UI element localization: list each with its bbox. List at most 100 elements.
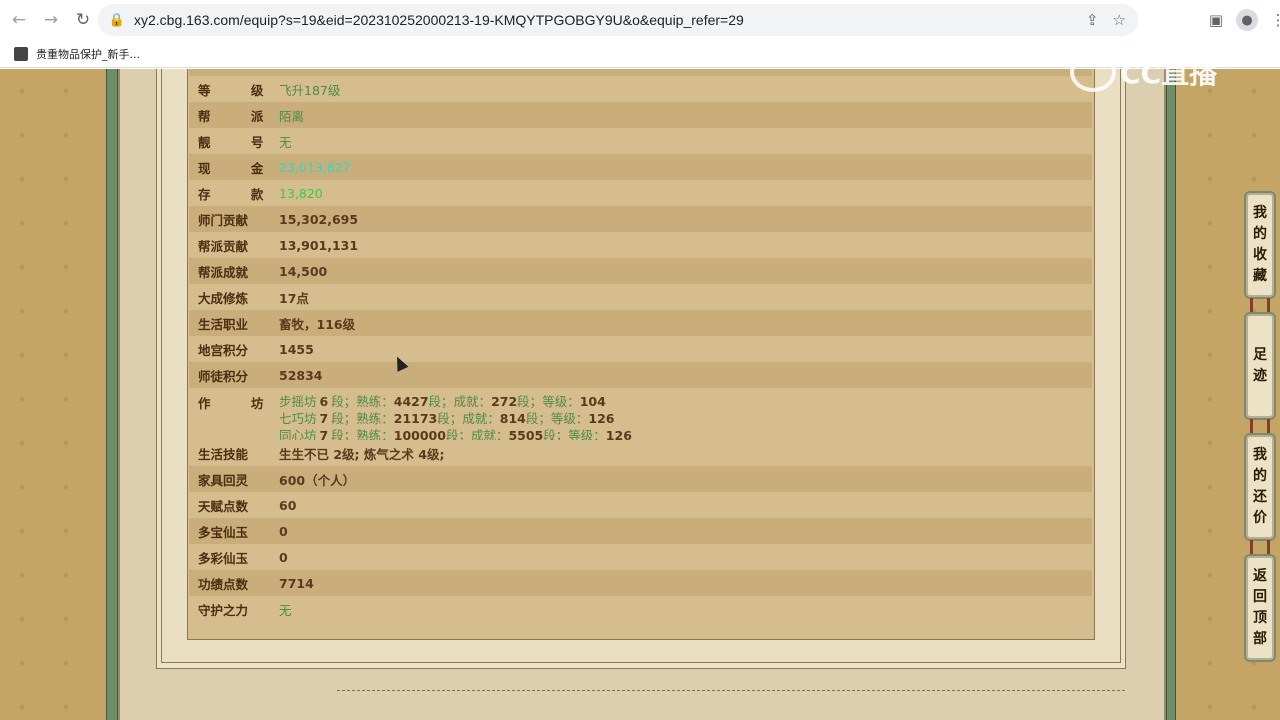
side-tab-favorites[interactable]: 我的收藏	[1244, 191, 1276, 299]
back-icon[interactable]: ←	[6, 7, 32, 33]
table-row: 师门贡献 15,302,695	[189, 206, 1092, 232]
workshop-text: 成就：	[462, 411, 500, 426]
workshop-text: 段；	[331, 394, 357, 409]
table-row-workshop: 作 坊 步摇坊 6 段；熟练：4427段；成就：272段；等级：104 七巧坊 7 段；熟…	[189, 388, 1092, 443]
workshop-text: 段；	[517, 394, 543, 409]
row-value: 0	[279, 549, 288, 565]
table-row: 多彩仙玉 0	[189, 544, 1092, 570]
row-label: 家具回灵	[198, 472, 249, 488]
table-row: 靓 号无	[189, 128, 1092, 154]
workshop-text: 272	[491, 394, 518, 409]
table-row: 功绩点数 7714	[189, 570, 1092, 596]
row-label: 守护之力	[198, 602, 249, 618]
workshop-line: 步摇坊 6 段；熟练：4427段；成就：272段；等级：104	[279, 393, 632, 410]
left-border-decoration	[106, 69, 118, 720]
side-tab-char: 藏	[1253, 268, 1267, 284]
row-label: 现 金	[198, 160, 282, 176]
row-label: 师徒积分	[198, 368, 249, 384]
row-value: 生生不已 2级; 炼气之术 4级;	[279, 446, 445, 462]
bookmark-favicon-icon[interactable]	[14, 46, 28, 61]
side-tab-char: 迹	[1253, 368, 1267, 384]
table-row: 师徒积分 52834	[189, 362, 1092, 388]
workshop-text: 成就：	[453, 394, 492, 409]
row-value: 600（个人）	[279, 472, 356, 488]
forward-icon[interactable]: →	[38, 7, 64, 33]
right-border-decoration	[1166, 69, 1176, 720]
side-tab-char: 我	[1253, 447, 1267, 463]
side-tab-my-offers[interactable]: 我的还价	[1244, 433, 1276, 541]
menu-kebab-icon[interactable]: ⋮	[1266, 8, 1280, 32]
workshop-text: 步摇坊	[279, 394, 317, 409]
reload-icon[interactable]: ↻	[70, 7, 96, 33]
row-label: 等 级	[198, 82, 282, 98]
workshop-text: 814	[499, 411, 526, 426]
row-label: 生活技能	[198, 446, 249, 462]
lock-icon[interactable]: 🔒	[108, 13, 126, 28]
row-value: 14,500	[279, 263, 328, 279]
row-value: 0	[279, 523, 288, 539]
row-value: 陌离	[279, 108, 305, 124]
row-label: 作 坊	[198, 396, 282, 411]
workshop-text: 等级：	[550, 411, 589, 426]
workshop-text: 7	[319, 411, 329, 426]
table-row: 天赋点数 60	[189, 492, 1092, 518]
side-tab-history[interactable]: 足迹	[1244, 312, 1276, 420]
workshop-text: 段；	[428, 394, 454, 409]
table-row: 生活技能 生生不已 2级; 炼气之术 4级;	[189, 440, 1092, 466]
row-value: 7714	[279, 575, 314, 591]
row-value: 1455	[279, 341, 314, 357]
row-label: 功绩点数	[198, 576, 249, 592]
workshop-text: 6	[319, 394, 329, 409]
profile-avatar-icon[interactable]: ●	[1236, 9, 1258, 31]
side-tab-char: 我	[1253, 205, 1267, 221]
bookmark-item[interactable]: 贵重物品保护_新手...	[36, 46, 140, 62]
row-value: 飞升187级	[279, 82, 341, 98]
workshop-text: 4427	[393, 394, 429, 409]
row-label: 靓 号	[198, 134, 282, 150]
character-info-table: 等 级飞升187级帮 派陌离靓 号无现 金 23,013,827 存 款 13,820…	[189, 69, 1092, 622]
table-row: 帮 派陌离	[189, 102, 1092, 128]
row-value: 畜牧，116级	[279, 316, 356, 332]
url-text[interactable]: xy2.cbg.163.com/equip?s=19&eid=202310252…	[134, 12, 744, 28]
row-label: 存 款	[198, 186, 282, 202]
row-value: 17点	[279, 290, 309, 306]
side-tab-char: 还	[1253, 489, 1267, 505]
row-value: 13,901,131	[279, 237, 359, 253]
dashed-divider	[337, 690, 1125, 691]
row-label: 帮派贡献	[198, 238, 249, 254]
row-value: 无	[279, 134, 292, 150]
share-icon[interactable]: ⇪	[1086, 11, 1099, 29]
side-tab-char: 的	[1253, 226, 1267, 242]
table-row: 多宝仙玉 0	[189, 518, 1092, 544]
side-tab-back-to-top[interactable]: 返回顶部	[1244, 554, 1276, 662]
table-row: 帮派贡献 13,901,131	[189, 232, 1092, 258]
row-label: 多宝仙玉	[198, 524, 249, 540]
address-bar[interactable]: 🔒 xy2.cbg.163.com/equip?s=19&eid=2023102…	[98, 4, 1138, 36]
workshop-text: 126	[588, 411, 615, 426]
side-tab-char: 价	[1253, 510, 1267, 526]
workshop-text: 等级：	[542, 394, 580, 409]
bookmark-star-icon[interactable]: ☆	[1113, 11, 1126, 29]
table-row: 帮派成就 14,500	[189, 258, 1092, 284]
table-row: 大成修炼 17点	[189, 284, 1092, 310]
workshop-text: 七巧坊	[279, 411, 317, 426]
table-row: 现 金 23,013,827	[189, 154, 1092, 180]
side-tab-char: 的	[1253, 468, 1267, 484]
row-value: 52834	[279, 367, 323, 383]
row-label: 大成修炼	[198, 290, 249, 306]
side-tab-char: 部	[1253, 631, 1267, 647]
page-content: 等 级飞升187级帮 派陌离靓 号无现 金 23,013,827 存 款 13,820…	[0, 69, 1280, 720]
table-row: 守护之力 无	[189, 596, 1092, 622]
workshop-text: 21173	[393, 411, 438, 426]
side-panel-icon[interactable]: ▣	[1204, 8, 1228, 32]
row-label: 帮派成就	[198, 264, 249, 280]
row-label: 地宫积分	[198, 342, 249, 358]
workshop-details: 步摇坊 6 段；熟练：4427段；成就：272段；等级：104 七巧坊 7 段；熟练：21…	[279, 393, 632, 444]
cc-logo-icon	[1070, 52, 1116, 92]
workshop-text: 熟练：	[356, 411, 394, 426]
table-row: 地宫积分 1455	[189, 336, 1092, 362]
table-row: 存 款 13,820	[189, 180, 1092, 206]
row-label: 天赋点数	[198, 498, 249, 514]
workshop-text: 段；	[437, 411, 463, 426]
row-label: 多彩仙玉	[198, 550, 249, 566]
